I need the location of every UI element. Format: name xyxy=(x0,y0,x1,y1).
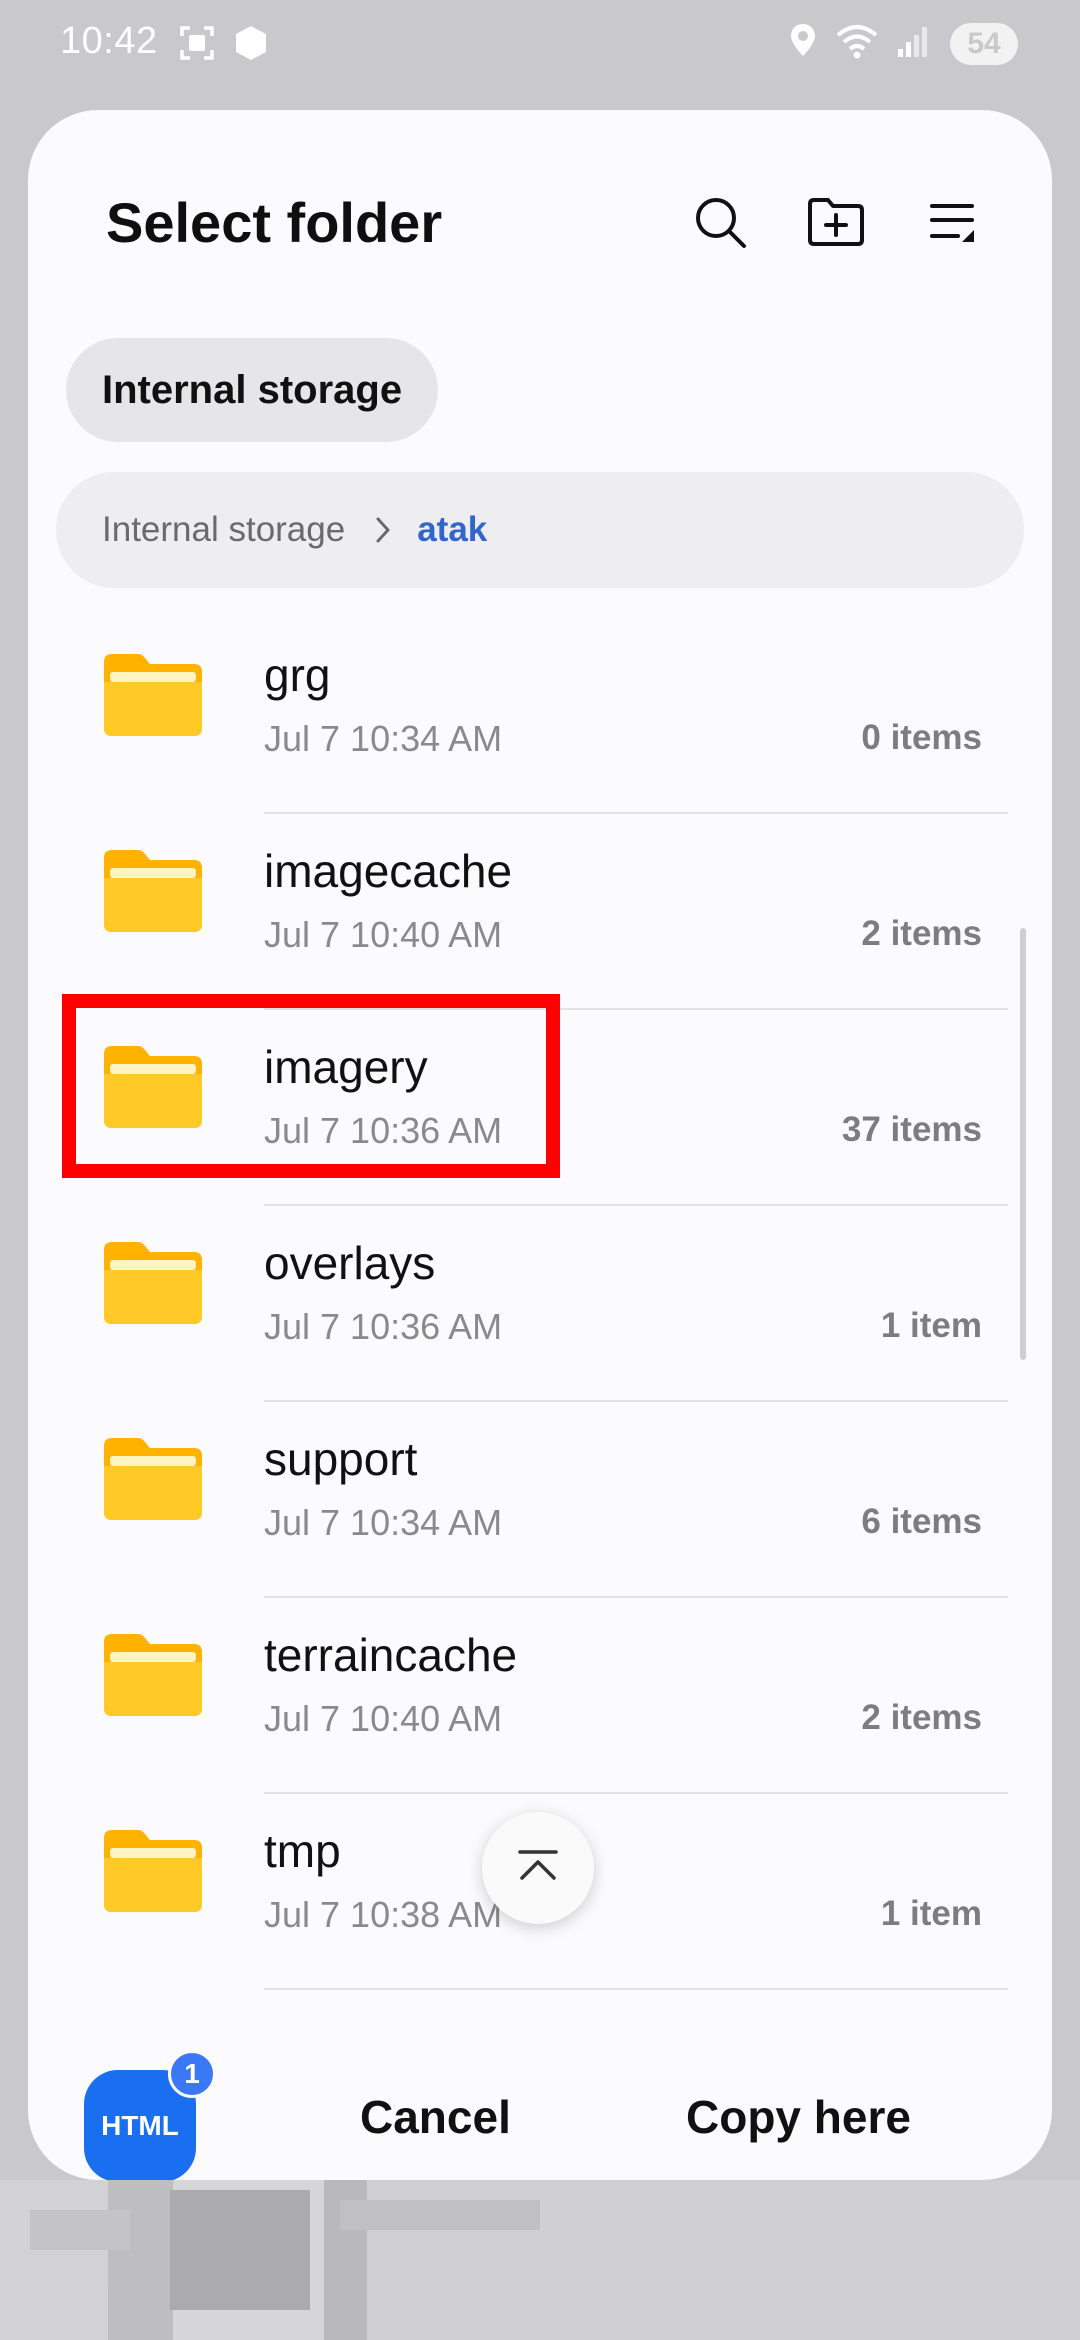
folder-date: Jul 7 10:34 AM xyxy=(264,1502,503,1543)
scrollbar[interactable] xyxy=(1020,928,1026,1360)
cancel-button[interactable]: Cancel xyxy=(360,2090,511,2144)
location-icon xyxy=(788,22,818,65)
folder-date: Jul 7 10:34 AM xyxy=(264,718,503,759)
folder-item-count: 37 items xyxy=(841,1110,982,1149)
notification-badge: 1 xyxy=(168,2050,216,2098)
folder-row-terraincache[interactable]: terraincache Jul 7 10:40 AM 2 items xyxy=(28,1598,1052,1794)
folder-row-grg[interactable]: grg Jul 7 10:34 AM 0 items xyxy=(28,618,1052,814)
internal-storage-chip[interactable]: Internal storage xyxy=(66,338,439,442)
search-icon xyxy=(692,194,748,255)
folder-name: terraincache xyxy=(264,1629,518,1681)
copy-here-button[interactable]: Copy here xyxy=(686,2090,911,2144)
folder-date: Jul 7 10:38 AM xyxy=(264,1894,503,1935)
folder-name: imagecache xyxy=(264,845,513,897)
bottom-bar: HTML 1 Cancel Copy here xyxy=(28,2050,1052,2180)
row-divider xyxy=(264,1988,1008,1990)
signal-icon xyxy=(896,23,932,64)
chevron-right-icon xyxy=(373,515,393,545)
folder-item-count: 2 items xyxy=(861,914,982,953)
screenshot-icon xyxy=(178,24,216,67)
status-time: 10:42 xyxy=(60,20,158,62)
new-folder-button[interactable] xyxy=(806,194,866,254)
folder-name: imagery xyxy=(264,1041,428,1093)
select-folder-sheet: Select folder Internal storage Internal … xyxy=(28,110,1052,2180)
scroll-to-top-button[interactable] xyxy=(482,1812,594,1924)
folder-list: grg Jul 7 10:34 AM 0 items imagecache Ju… xyxy=(28,618,1052,1990)
page-title: Select folder xyxy=(106,191,443,254)
background-blur xyxy=(0,2180,1080,2340)
battery-indicator: 54 xyxy=(950,22,1018,65)
folder-icon xyxy=(104,652,202,736)
sort-icon xyxy=(928,198,976,251)
scroll-to-top-icon xyxy=(516,1848,560,1889)
folder-name: overlays xyxy=(264,1237,436,1289)
search-button[interactable] xyxy=(690,194,750,254)
status-bar: 10:42 54 xyxy=(0,0,1080,90)
folder-date: Jul 7 10:36 AM xyxy=(264,1110,503,1151)
new-folder-icon xyxy=(807,196,865,253)
wifi-icon xyxy=(836,23,878,64)
folder-icon xyxy=(104,1828,202,1912)
folder-item-count: 2 items xyxy=(861,1698,982,1737)
folder-icon xyxy=(104,1044,202,1128)
folder-item-count: 0 items xyxy=(861,718,982,757)
folder-name: tmp xyxy=(264,1825,341,1877)
folder-name: support xyxy=(264,1433,418,1485)
folder-row-imagecache[interactable]: imagecache Jul 7 10:40 AM 2 items xyxy=(28,814,1052,1010)
folder-date: Jul 7 10:36 AM xyxy=(264,1306,503,1347)
notification-shield-icon xyxy=(232,24,270,67)
folder-item-count: 1 item xyxy=(880,1894,982,1933)
folder-name: grg xyxy=(264,649,331,701)
folder-icon xyxy=(104,1240,202,1324)
folder-icon xyxy=(104,1436,202,1520)
folder-date: Jul 7 10:40 AM xyxy=(264,914,503,955)
folder-icon xyxy=(104,1632,202,1716)
folder-item-count: 1 item xyxy=(880,1306,982,1345)
folder-item-count: 6 items xyxy=(861,1502,982,1541)
folder-row-imagery[interactable]: imagery Jul 7 10:36 AM 37 items xyxy=(28,1010,1052,1206)
breadcrumb-current[interactable]: atak xyxy=(417,510,487,550)
sort-button[interactable] xyxy=(922,194,982,254)
folder-row-overlays[interactable]: overlays Jul 7 10:36 AM 1 item xyxy=(28,1206,1052,1402)
breadcrumb-root[interactable]: Internal storage xyxy=(102,510,345,550)
breadcrumb: Internal storage atak xyxy=(56,472,1024,588)
folder-date: Jul 7 10:40 AM xyxy=(264,1698,503,1739)
header-actions xyxy=(690,194,982,254)
folder-icon xyxy=(104,848,202,932)
folder-row-support[interactable]: support Jul 7 10:34 AM 6 items xyxy=(28,1402,1052,1598)
